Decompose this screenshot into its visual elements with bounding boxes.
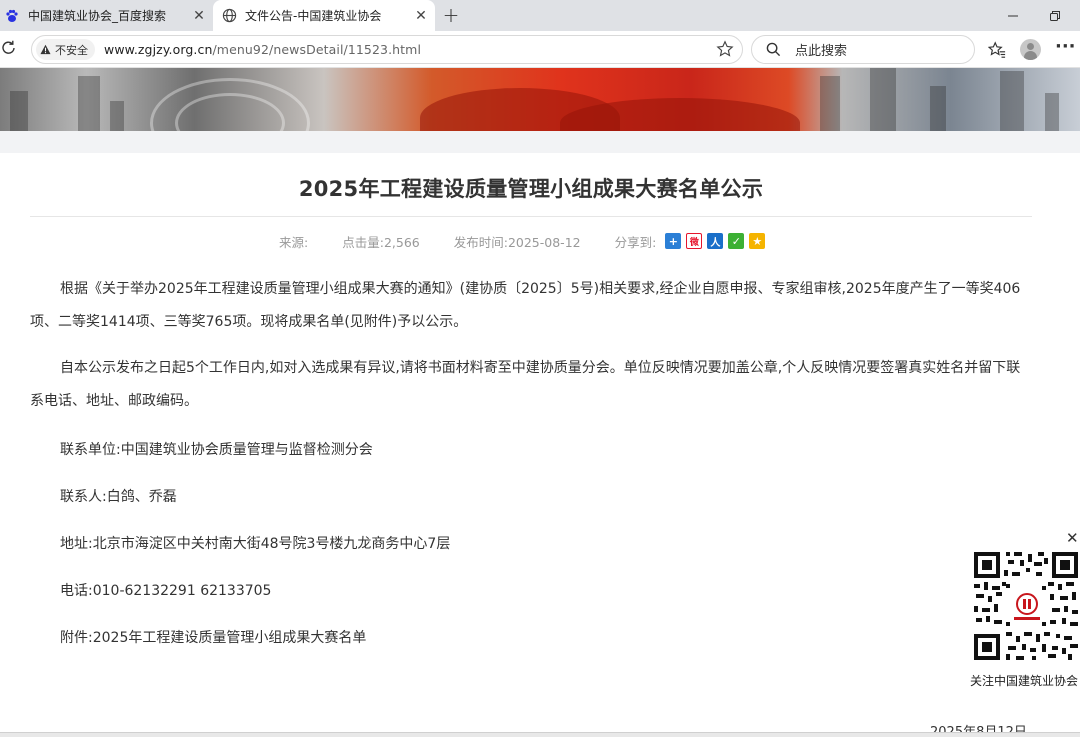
body-paragraph-1: 根据《关于举办2025年工程建设质量管理小组成果大赛的通知》(建协质〔2025〕… (30, 281, 1021, 330)
title-divider (30, 216, 1032, 217)
contact-person: 联系人:白鸽、乔磊 (60, 489, 177, 505)
site-banner (0, 68, 1080, 131)
security-indicator[interactable]: 不安全 (36, 39, 95, 60)
favorites-icon[interactable] (987, 40, 1007, 60)
url-path: /menu92/newsDetail/11523.html (212, 42, 422, 57)
qzone-icon[interactable]: ★ (749, 233, 766, 249)
close-qr-icon[interactable]: ✕ (1066, 530, 1080, 546)
qr-code (972, 550, 1080, 662)
globe-icon (221, 8, 237, 24)
attachment-link[interactable]: 附件:2025年工程建设质量管理小组成果大赛名单 (60, 627, 366, 647)
share-label: 分享到: (614, 234, 657, 250)
weibo-icon[interactable]: 微 (686, 233, 703, 249)
body-paragraph-2: 自本公示发布之日起5个工作日内,如对入选成果有异议,请将书面材料寄至中建协质量分… (30, 360, 1021, 409)
qr-caption: 关注中国建筑业协会 (970, 674, 1079, 688)
source-label: 来源: (279, 234, 309, 250)
contact-phone: 电话:010-62132291 62133705 (60, 583, 272, 599)
tab-label: 文件公告-中国建筑业协会 (245, 9, 382, 23)
baidu-paw-icon (4, 8, 20, 24)
bookmark-star-icon[interactable] (716, 40, 736, 60)
close-tab-icon[interactable]: ✕ (411, 6, 431, 26)
new-tab-button[interactable]: + (440, 3, 462, 27)
tab-baidu-search[interactable]: 中国建筑业协会_百度搜索 ✕ (0, 0, 213, 31)
search-icon (766, 42, 781, 57)
minimize-icon[interactable] (1001, 6, 1025, 26)
search-placeholder: 点此搜索 (795, 44, 848, 59)
restore-icon[interactable] (1043, 6, 1067, 26)
share-more-icon[interactable]: + (665, 233, 682, 249)
view-count: 点击量:2,566 (342, 234, 420, 250)
address-bar[interactable]: 不安全 www.zgjzy.org.cn/menu92/newsDetail/1… (31, 35, 743, 64)
warning-icon (40, 44, 51, 55)
tab-announcement[interactable]: 文件公告-中国建筑业协会 ✕ (213, 0, 435, 31)
refresh-icon[interactable] (0, 39, 20, 59)
contact-unit: 联系单位:中国建筑业协会质量管理与监督检测分会 (60, 442, 373, 458)
browser-search-box[interactable]: 点此搜索 (751, 35, 975, 64)
more-menu-icon[interactable]: ··· (1055, 38, 1076, 60)
wechat-icon[interactable]: ✓ (728, 233, 745, 249)
close-tab-icon[interactable]: ✕ (189, 6, 209, 26)
article-container: 2025年工程建设质量管理小组成果大赛名单公示 来源: 点击量:2,566 发布… (0, 153, 1080, 737)
article-meta: 来源: 点击量:2,566 发布时间:2025-08-12 分享到: + 微 人… (279, 232, 766, 250)
url-host: www.zgjzy.org.cn (104, 42, 213, 57)
profile-avatar[interactable] (1020, 39, 1041, 60)
tab-label: 中国建筑业协会_百度搜索 (28, 9, 167, 23)
tab-strip: 中国建筑业协会_百度搜索 ✕ 文件公告-中国建筑业协会 ✕ + (0, 0, 1080, 31)
security-label: 不安全 (55, 43, 88, 57)
contact-address: 地址:北京市海淀区中关村南大街48号院3号楼九龙商务中心7层 (60, 536, 451, 552)
url-text[interactable]: www.zgjzy.org.cn/menu92/newsDetail/11523… (104, 42, 421, 57)
window-bottom-edge (0, 732, 1080, 737)
share-buttons: + 微 人 ✓ ★ (660, 233, 766, 249)
renren-icon[interactable]: 人 (707, 233, 724, 249)
article-title: 2025年工程建设质量管理小组成果大赛名单公示 (298, 177, 764, 201)
browser-toolbar: 不安全 www.zgjzy.org.cn/menu92/newsDetail/1… (0, 31, 1080, 68)
publish-date: 发布时间:2025-08-12 (453, 234, 581, 250)
